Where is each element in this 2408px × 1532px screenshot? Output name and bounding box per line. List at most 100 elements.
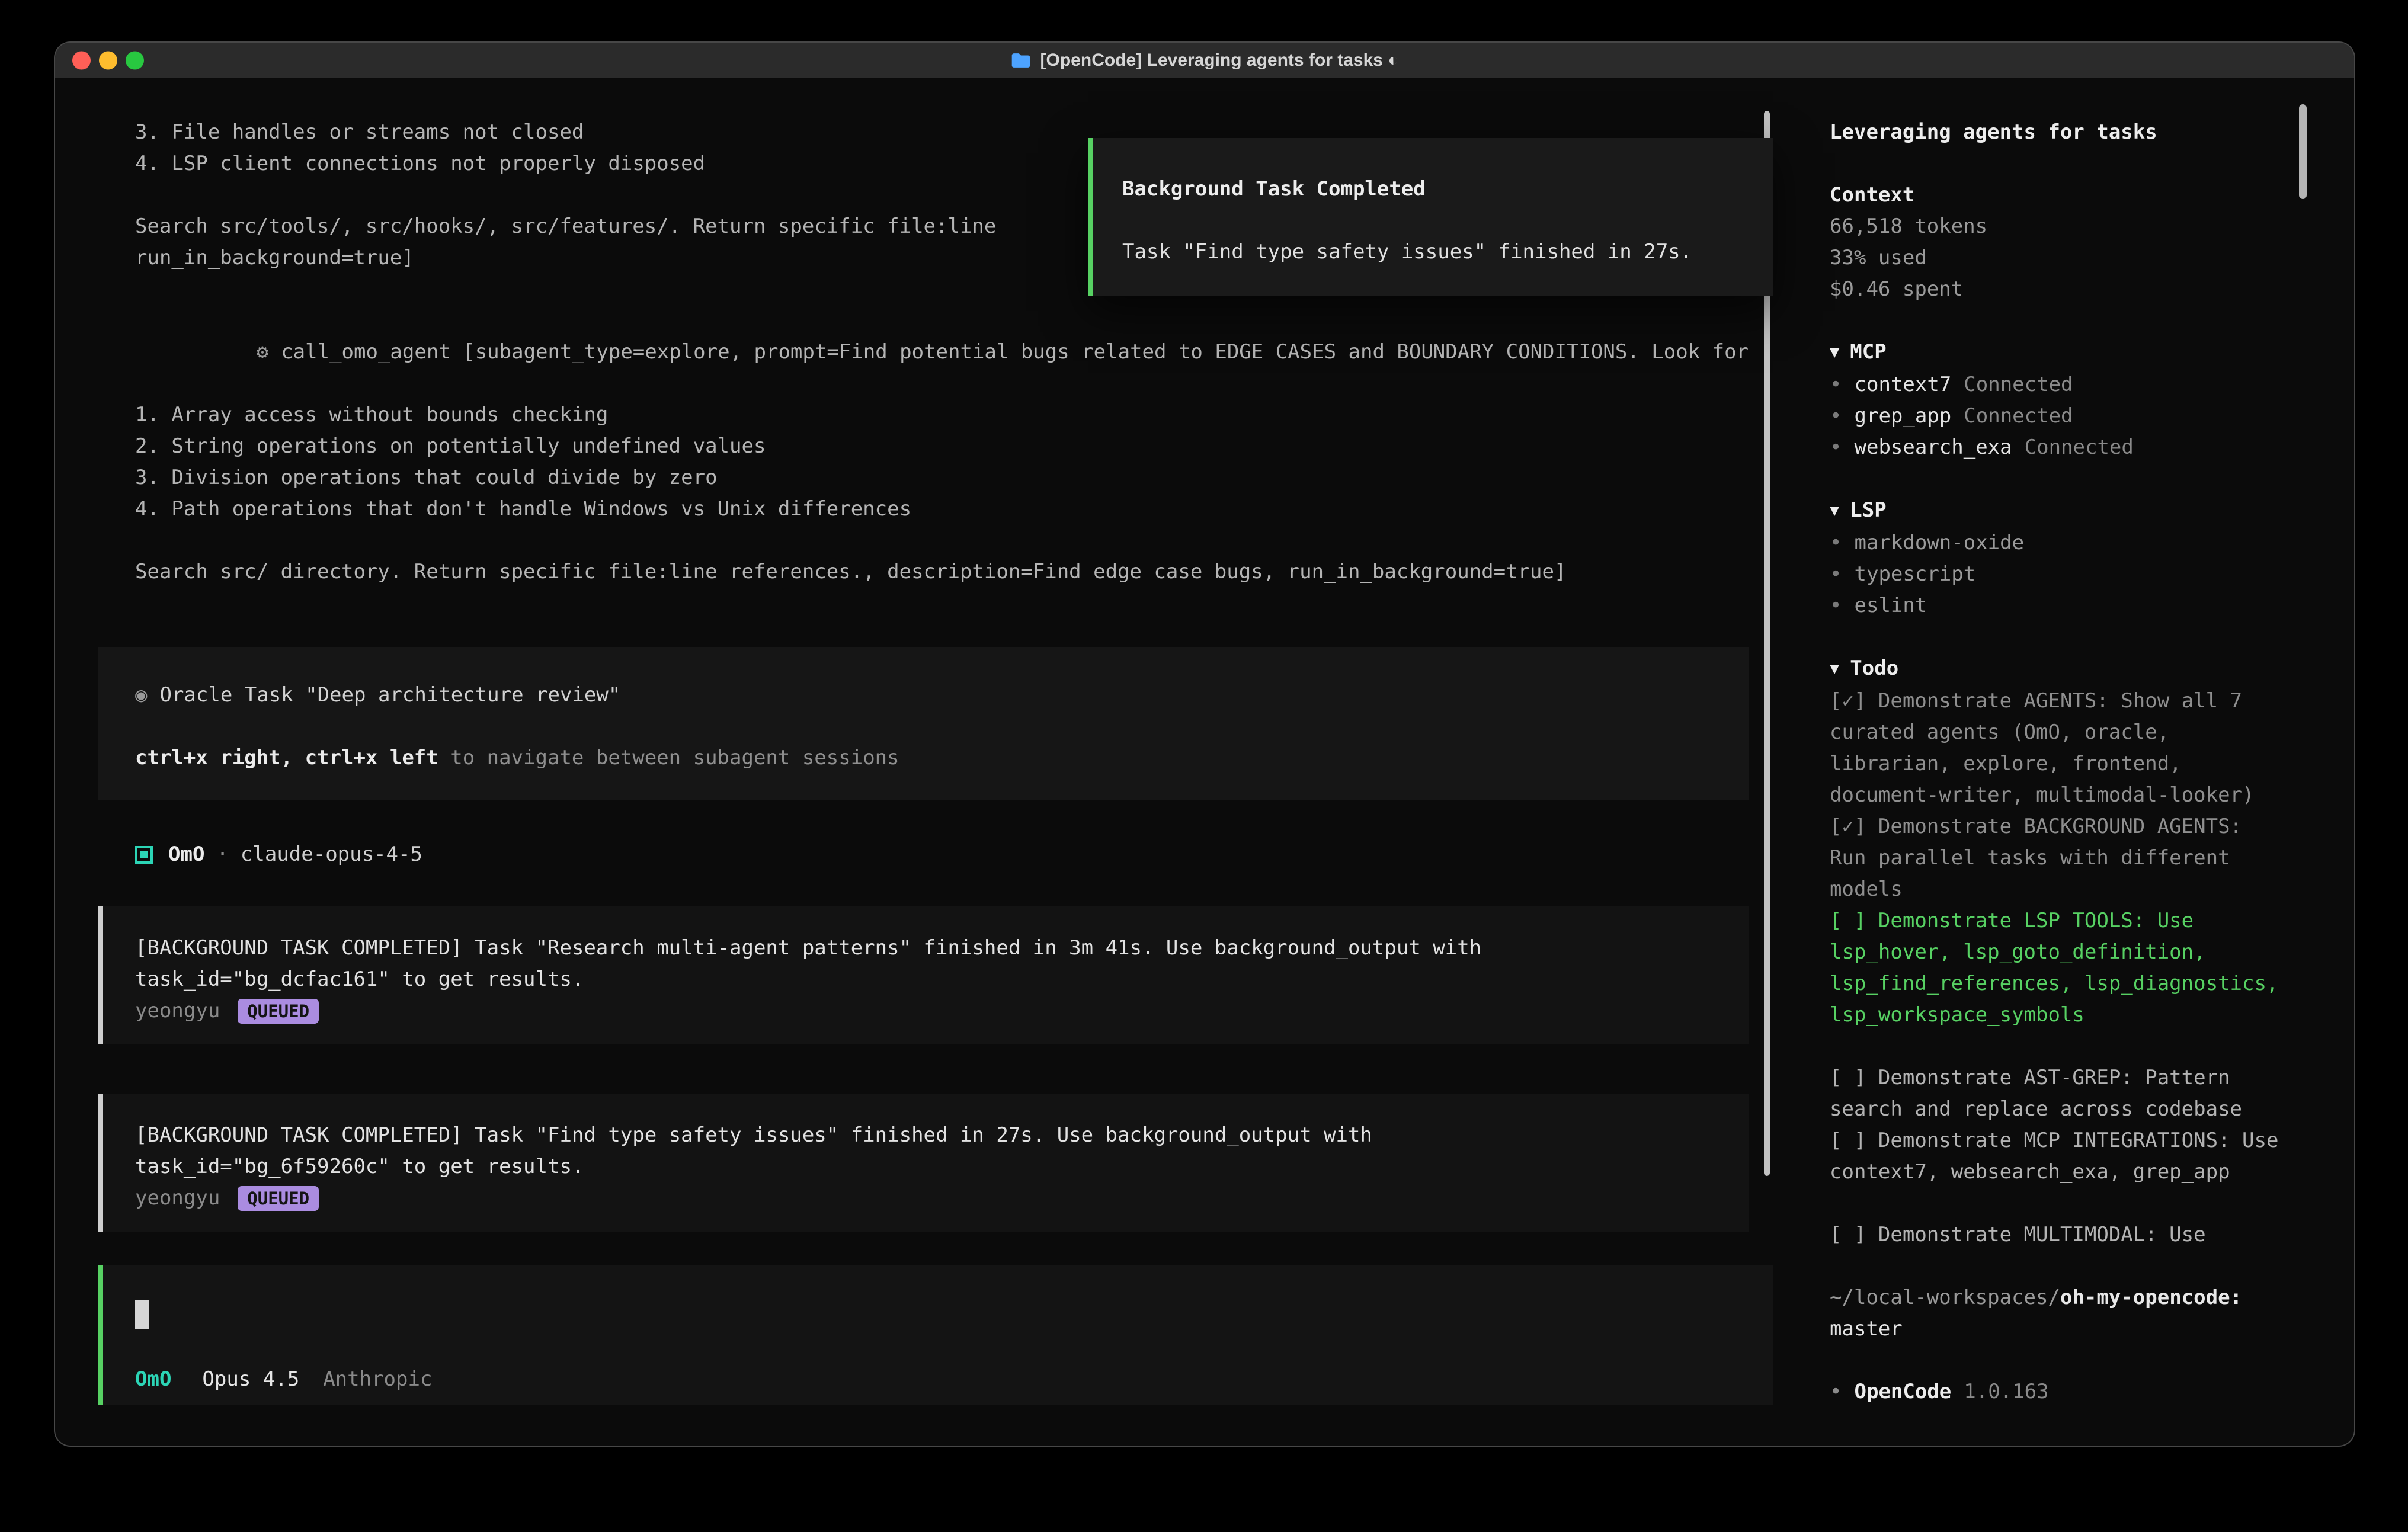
mcp-section-header[interactable]: ▼ MCP xyxy=(1830,336,2330,369)
context-header: Context xyxy=(1830,180,2330,211)
app-version: 1.0.163 xyxy=(1964,1380,2048,1403)
queued-badge: QUEUED xyxy=(238,1186,319,1211)
bullet-icon: • xyxy=(1830,435,1842,459)
tool-call-body: 1. Array access without bounds checking … xyxy=(135,399,1749,588)
bullet-icon: • xyxy=(1830,594,1842,617)
bullet-icon: • xyxy=(1830,373,1842,396)
agent-model: claude-opus-4-5 xyxy=(241,839,422,870)
queued-badge: QUEUED xyxy=(238,999,319,1024)
lsp-section-header[interactable]: ▼ LSP xyxy=(1830,495,2330,527)
context-spent: $0.46 spent xyxy=(1830,274,2330,305)
chevron-down-icon: ▼ xyxy=(1830,495,1839,526)
notification-body: Task "Find type safety issues" finished … xyxy=(1122,236,1749,268)
mcp-item-name: grep_app xyxy=(1855,404,1952,428)
message-text: [BACKGROUND TASK COMPLETED] Task "Resear… xyxy=(135,932,1725,995)
message-block: [BACKGROUND TASK COMPLETED] Task "Find t… xyxy=(98,1094,1749,1232)
model-info-row: OmO Opus 4.5 Anthropic xyxy=(135,1364,1773,1395)
window-title: [OpenCode] Leveraging agents for tasks ◐ xyxy=(1011,50,1399,70)
app-name: OpenCode xyxy=(1855,1380,1952,1403)
session-title: Leveraging agents for tasks xyxy=(1830,117,2330,148)
minimize-button[interactable] xyxy=(99,52,117,70)
todo-item: [✓] Demonstrate AGENTS: Show all 7 curat… xyxy=(1830,685,2285,811)
oracle-task-title: Oracle Task "Deep architecture review" xyxy=(159,683,620,707)
gear-icon: ⚙ xyxy=(257,340,268,364)
message-block: [BACKGROUND TASK COMPLETED] Task "Resear… xyxy=(98,906,1749,1044)
input-provider-name: Anthropic xyxy=(323,1364,432,1395)
workspace-info: ~/local-workspaces/oh-my-opencode: maste… xyxy=(1830,1282,2330,1345)
agent-header: OmO · claude-opus-4-5 xyxy=(135,839,1749,870)
mcp-item: • websearch_exa Connected xyxy=(1830,432,2330,463)
terminal-window: [OpenCode] Leveraging agents for tasks ◐… xyxy=(55,43,2354,1446)
mcp-item-status: Connected xyxy=(1964,404,2073,428)
lsp-item-name: typescript xyxy=(1855,562,1976,586)
context-tokens: 66,518 tokens xyxy=(1830,211,2330,242)
mcp-section: ▼ MCP • context7 Connected • grep_app Connect… xyxy=(1830,336,2330,463)
mcp-item-status: Connected xyxy=(2025,435,2134,459)
zoom-button[interactable] xyxy=(126,52,144,70)
chevron-down-icon: ▼ xyxy=(1830,653,1839,684)
sidebar: Leveraging agents for tasks Context 66,5… xyxy=(1807,79,2354,1446)
todo-section-header[interactable]: ▼ Todo xyxy=(1830,653,2330,685)
mcp-item-name: websearch_exa xyxy=(1855,435,2012,459)
notification-toast: Background Task Completed Task "Find typ… xyxy=(1088,138,1773,296)
record-icon: ◉ xyxy=(135,683,147,707)
mcp-header-label: MCP xyxy=(1850,340,1886,364)
context-section: Context 66,518 tokens 33% used $0.46 spe… xyxy=(1830,180,2330,305)
notification-title: Background Task Completed xyxy=(1122,174,1749,205)
mcp-item-status: Connected xyxy=(1964,373,2073,396)
lsp-section: ▼ LSP • markdown-oxide •typescript • eslint xyxy=(1830,495,2330,621)
shortcut-hint-text: to navigate between subagent sessions xyxy=(438,746,899,770)
lsp-item: •typescript xyxy=(1830,559,2330,590)
titlebar: [OpenCode] Leveraging agents for tasks ◐ xyxy=(55,43,2354,79)
ctrlp-key-label: commands xyxy=(1679,1440,1776,1446)
sidebar-footer: • OpenCode 1.0.163 xyxy=(1830,1376,2330,1408)
esc-key-hint: esc xyxy=(214,1440,251,1446)
workspace-branch: master xyxy=(1830,1313,2330,1345)
bullet-icon: • xyxy=(1830,1380,1842,1403)
todo-item: [ ] Demonstrate LSP TOOLS: Use lsp_hover… xyxy=(1830,905,2285,1031)
lsp-header-label: LSP xyxy=(1850,498,1886,522)
separator-dot: · xyxy=(216,839,228,870)
tab-key-label: switch agent xyxy=(1420,1440,1566,1446)
message-text: [BACKGROUND TASK COMPLETED] Task "Find t… xyxy=(135,1120,1725,1182)
todo-item: [ ] Demonstrate MCP INTEGRATIONS: Use co… xyxy=(1830,1125,2285,1188)
todo-item: [ ] Demonstrate MULTIMODAL: Use xyxy=(1830,1219,2285,1251)
todo-section: ▼ Todo [✓] Demonstrate AGENTS: Show all 7… xyxy=(1830,653,2330,1251)
text-cursor xyxy=(135,1300,149,1329)
tool-call-block: ⚙ call_omo_agent [subagent_type=explore, … xyxy=(135,305,1749,588)
workspace-name: oh-my-opencode: xyxy=(2060,1286,2242,1309)
oracle-task-panel: ◉Oracle Task "Deep architecture review" … xyxy=(98,647,1749,800)
context-used: 33% used xyxy=(1830,242,2330,274)
agent-icon xyxy=(135,846,153,864)
lsp-item: • eslint xyxy=(1830,590,2330,621)
sidebar-scrollbar[interactable] xyxy=(2299,104,2307,199)
todo-item: [ ] Demonstrate AST-GREP: Pattern search… xyxy=(1830,1062,2285,1125)
todo-item: [✓] Demonstrate BACKGROUND AGENTS: Run p… xyxy=(1830,811,2285,905)
input-agent-name: OmO xyxy=(135,1364,171,1395)
prompt-input[interactable]: OmO Opus 4.5 Anthropic xyxy=(98,1265,1773,1405)
terminal-main-pane: 3. File handles or streams not closed 4.… xyxy=(55,79,1807,1446)
close-button[interactable] xyxy=(72,52,91,70)
chevron-down-icon: ▼ xyxy=(1830,336,1839,368)
mcp-item: • grep_app Connected xyxy=(1830,400,2330,432)
folder-icon xyxy=(1011,52,1031,69)
lsp-item: • markdown-oxide xyxy=(1830,527,2330,559)
shortcut-keys: ctrl+x right, ctrl+x left xyxy=(135,746,438,770)
tool-call-header: call_omo_agent [subagent_type=explore, p… xyxy=(281,340,1749,364)
mcp-item: • context7 Connected xyxy=(1830,369,2330,400)
lsp-item-name: eslint xyxy=(1855,594,1927,617)
message-author: yeongyu xyxy=(135,1182,220,1214)
esc-key-label: interrupt xyxy=(262,1440,372,1446)
bullet-icon: • xyxy=(1830,531,1842,555)
window-title-text: [OpenCode] Leveraging agents for tasks ◐ xyxy=(1040,50,1399,70)
bullet-icon: • xyxy=(1830,404,1842,428)
status-bar: esc interrupt tab switch agent ctrl+p co… xyxy=(98,1440,1776,1446)
tab-key-hint: tab xyxy=(1372,1440,1408,1446)
ctrlp-key-hint: ctrl+p xyxy=(1594,1440,1667,1446)
mcp-item-name: context7 xyxy=(1855,373,1952,396)
lsp-item-name: markdown-oxide xyxy=(1855,531,2025,555)
todo-header-label: Todo xyxy=(1850,656,1898,680)
traffic-lights xyxy=(72,52,144,70)
workspace-path-prefix: ~/local-workspaces/ xyxy=(1830,1286,2060,1309)
message-author: yeongyu xyxy=(135,995,220,1027)
